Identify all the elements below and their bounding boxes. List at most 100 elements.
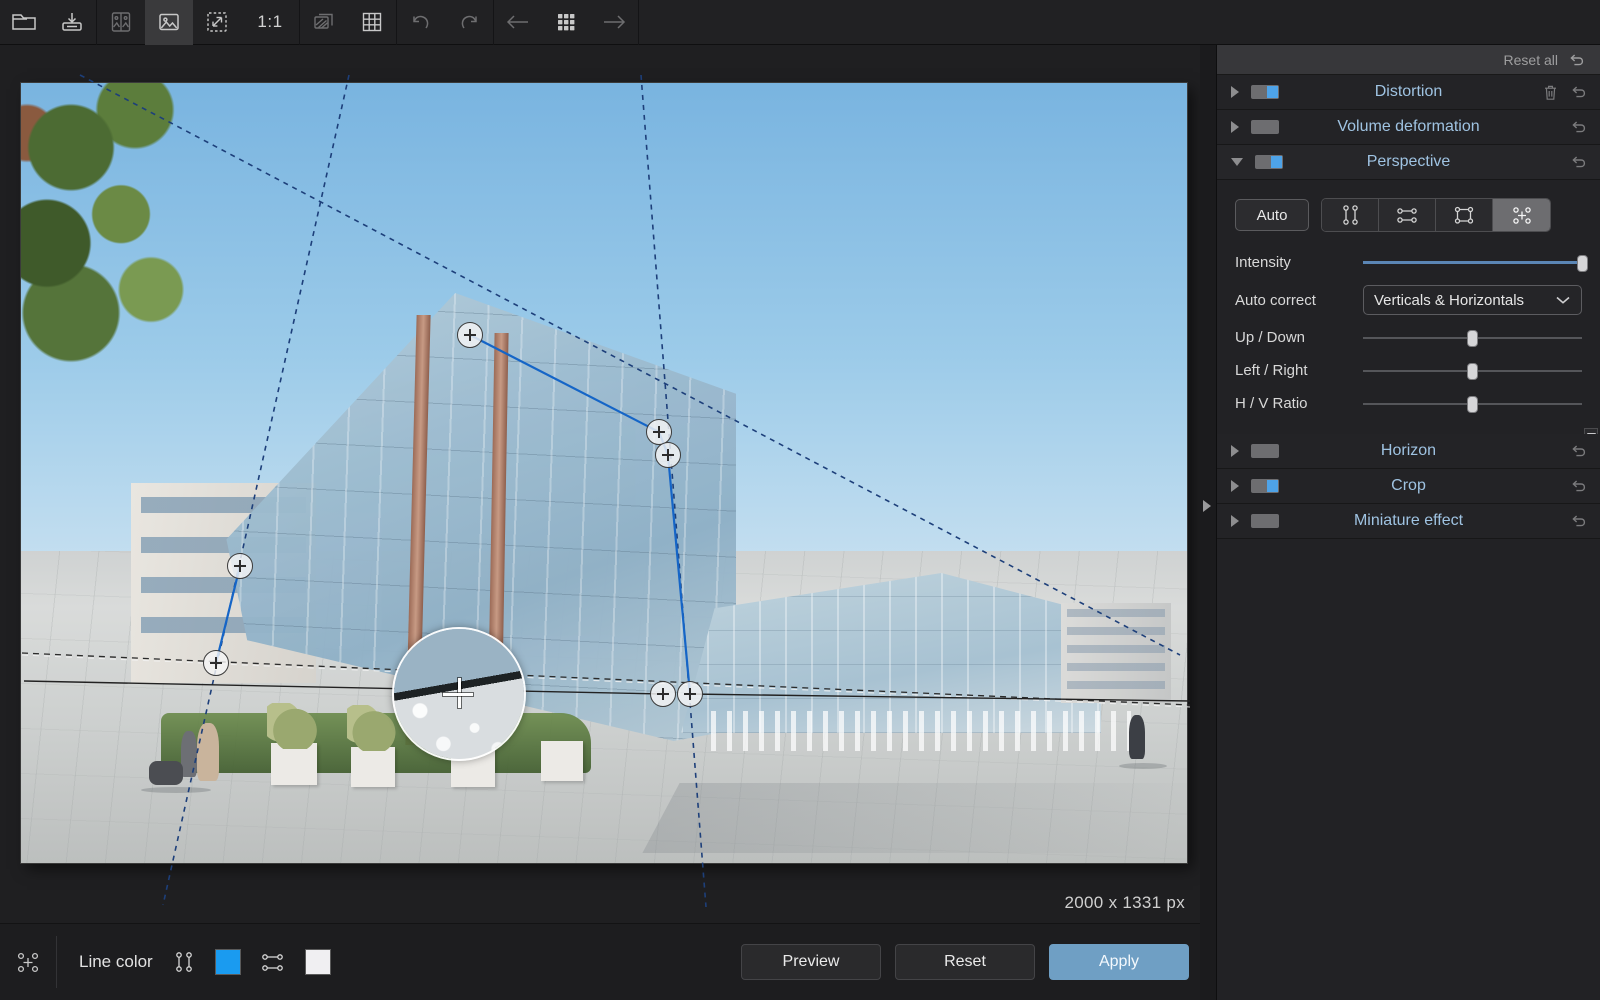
hv-ratio-slider[interactable]	[1363, 394, 1582, 414]
perspective-handle[interactable]	[655, 442, 681, 468]
section-toggle-perspective[interactable]	[1255, 155, 1283, 169]
section-reset-icon[interactable]	[1570, 84, 1588, 100]
up-down-slider[interactable]	[1363, 328, 1582, 348]
far-building	[1061, 603, 1171, 703]
perspective-points-icon[interactable]	[0, 924, 56, 1000]
compare-view-icon[interactable]	[97, 0, 145, 45]
pedestrian	[197, 723, 219, 781]
ground-shadow	[1119, 763, 1167, 769]
expand-arrow-icon[interactable]	[1231, 121, 1239, 133]
perspective-horizontal-tool[interactable]	[1379, 199, 1436, 231]
slider-knob[interactable]	[1467, 363, 1478, 380]
perspective-handle[interactable]	[677, 681, 703, 707]
view-group: 1:1	[97, 0, 299, 45]
section-actions	[1570, 513, 1600, 529]
preview-button[interactable]: Preview	[741, 944, 881, 980]
perspective-handle[interactable]	[203, 650, 229, 676]
section-reset-icon[interactable]	[1570, 154, 1588, 170]
browser-grid-icon[interactable]	[542, 0, 590, 45]
slider-fill	[1363, 261, 1582, 264]
slider-knob[interactable]	[1577, 255, 1588, 272]
open-folder-icon[interactable]	[0, 0, 48, 45]
shrub	[347, 705, 401, 751]
expand-arrow-icon[interactable]	[1231, 480, 1239, 492]
section-header-miniature-effect[interactable]: Miniature effect	[1217, 504, 1600, 539]
auto-correct-value: Verticals & Horizontals	[1374, 292, 1524, 309]
expand-arrow-icon[interactable]	[1231, 86, 1239, 98]
left-right-label: Left / Right	[1235, 362, 1363, 379]
section-header-distortion[interactable]: Distortion	[1217, 75, 1600, 110]
slider-knob[interactable]	[1467, 396, 1478, 413]
vertical-line-color-swatch[interactable]	[215, 949, 241, 975]
section-toggle-volume-deformation[interactable]	[1251, 120, 1279, 134]
trash-icon[interactable]	[1543, 84, 1558, 101]
section-toggle-crop[interactable]	[1251, 479, 1279, 493]
section-toggle-horizon[interactable]	[1251, 444, 1279, 458]
section-header-horizon[interactable]: Horizon	[1217, 434, 1600, 469]
undo-arrow-icon[interactable]	[1568, 52, 1586, 68]
zoom-one-to-one-button[interactable]: 1:1	[241, 0, 299, 45]
section-header-crop[interactable]: Crop	[1217, 469, 1600, 504]
perspective-vertical-tool[interactable]	[1322, 199, 1379, 231]
fit-to-screen-icon[interactable]	[193, 0, 241, 45]
section-toggle-distortion[interactable]	[1251, 85, 1279, 99]
perspective-rectangle-tool[interactable]	[1436, 199, 1493, 231]
perspective-handle[interactable]	[227, 553, 253, 579]
pedestrian	[1129, 715, 1145, 759]
perspective-points-tool[interactable]	[1493, 199, 1550, 231]
reset-all-label[interactable]: Reset all	[1504, 52, 1558, 68]
chevron-down-icon[interactable]	[1555, 292, 1571, 309]
collapse-arrow-icon[interactable]	[1231, 158, 1243, 166]
apply-button[interactable]: Apply	[1049, 944, 1189, 980]
horizontal-lines-icon[interactable]	[259, 949, 287, 975]
up-down-row: Up / Down	[1217, 321, 1600, 354]
section-toggle-miniature-effect[interactable]	[1251, 514, 1279, 528]
panel-collapse-strip[interactable]	[1200, 45, 1217, 1000]
reset-button[interactable]: Reset	[895, 944, 1035, 980]
slider-knob[interactable]	[1467, 330, 1478, 347]
section-reset-icon[interactable]	[1570, 478, 1588, 494]
left-right-slider[interactable]	[1363, 361, 1582, 381]
auto-correct-select[interactable]: Verticals & Horizontals	[1363, 285, 1582, 315]
save-icon[interactable]	[48, 0, 96, 45]
perspective-handle[interactable]	[457, 322, 483, 348]
section-reset-icon[interactable]	[1570, 443, 1588, 459]
pedestrian	[181, 731, 197, 777]
grid-icon[interactable]	[348, 0, 396, 45]
panel-collapse-arrow-icon[interactable]	[1203, 500, 1211, 512]
toolbar-separator	[638, 0, 639, 45]
section-header-perspective[interactable]: Perspective	[1217, 145, 1600, 180]
foreground-tree	[21, 83, 211, 365]
intensity-slider[interactable]	[1363, 253, 1582, 273]
photo	[21, 83, 1187, 863]
planter	[271, 743, 317, 785]
section-header-volume-deformation[interactable]: Volume deformation	[1217, 110, 1600, 145]
up-down-label: Up / Down	[1235, 329, 1363, 346]
shrub	[267, 703, 323, 749]
previous-image-icon[interactable]	[494, 0, 542, 45]
perspective-handle[interactable]	[650, 681, 676, 707]
section-actions	[1570, 443, 1600, 459]
bottom-toolbar: Line color Preview Reset Apply	[0, 923, 1207, 1000]
action-buttons: Preview Reset Apply	[741, 944, 1207, 980]
section-actions	[1570, 478, 1600, 494]
section-actions	[1543, 84, 1600, 101]
auto-button[interactable]: Auto	[1235, 199, 1309, 231]
vertical-lines-icon[interactable]	[171, 949, 197, 975]
undo-icon[interactable]	[397, 0, 445, 45]
ground-shadow	[141, 787, 211, 793]
section-reset-icon[interactable]	[1570, 119, 1588, 135]
perspective-tool-row: Auto	[1217, 192, 1600, 246]
image-view-icon[interactable]	[145, 0, 193, 45]
image-canvas[interactable]: 2000 x 1331 px	[0, 45, 1207, 923]
section-reset-icon[interactable]	[1570, 513, 1588, 529]
redo-icon[interactable]	[445, 0, 493, 45]
intensity-label: Intensity	[1235, 254, 1363, 271]
zoom-level-label: 1:1	[241, 12, 298, 32]
layers-icon[interactable]	[300, 0, 348, 45]
auto-correct-label: Auto correct	[1235, 292, 1363, 309]
horizontal-line-color-swatch[interactable]	[305, 949, 331, 975]
expand-arrow-icon[interactable]	[1231, 445, 1239, 457]
next-image-icon[interactable]	[590, 0, 638, 45]
expand-arrow-icon[interactable]	[1231, 515, 1239, 527]
